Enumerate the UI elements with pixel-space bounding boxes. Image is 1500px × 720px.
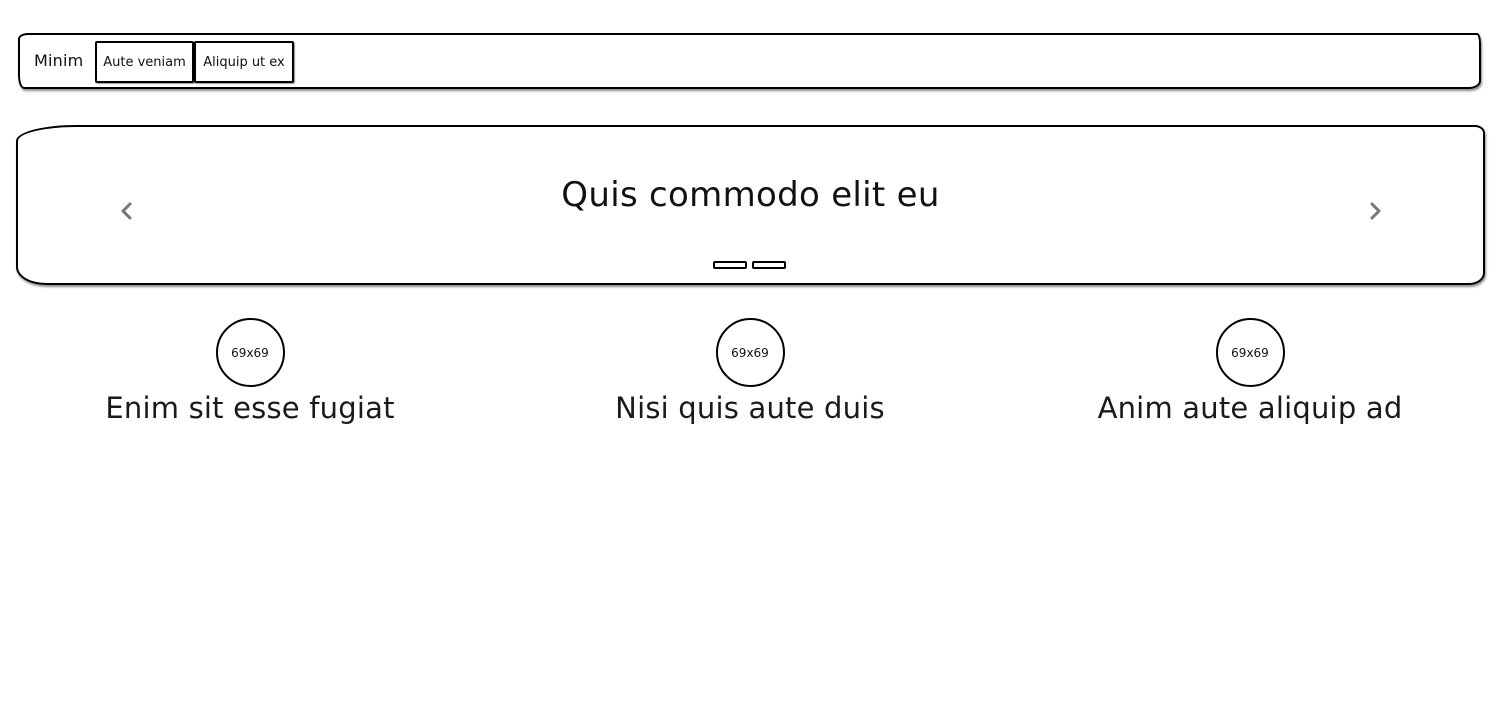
feature-column: 69x69 Enim sit esse fugiat	[50, 318, 450, 425]
carousel-indicators	[713, 261, 786, 269]
carousel-indicator-1[interactable]	[713, 261, 747, 269]
carousel-slide-title: Quis commodo elit eu	[561, 175, 940, 215]
carousel-next-button[interactable]	[1363, 199, 1387, 223]
feature-column: 69x69 Nisi quis aute duis	[550, 318, 950, 425]
feature-column: 69x69 Anim aute aliquip ad	[1050, 318, 1450, 425]
feature-title: Enim sit esse fugiat	[105, 391, 395, 425]
navbar: Minim Aute veniam Aliquip ut ex	[18, 33, 1481, 89]
nav-button-aute-veniam[interactable]: Aute veniam	[95, 41, 194, 83]
carousel-prev-button[interactable]	[115, 199, 139, 223]
feature-image-placeholder: 69x69	[215, 318, 285, 387]
chevron-right-icon	[1370, 202, 1381, 220]
carousel: Quis commodo elit eu	[16, 125, 1485, 285]
chevron-left-icon	[121, 202, 132, 220]
nav-button-aliquip-ut-ex[interactable]: Aliquip ut ex	[194, 41, 294, 83]
brand-link[interactable]: Minim	[34, 51, 83, 70]
feature-image-placeholder: 69x69	[1215, 318, 1285, 387]
feature-title: Anim aute aliquip ad	[1097, 391, 1403, 425]
feature-image-placeholder: 69x69	[715, 318, 785, 387]
feature-title: Nisi quis aute duis	[615, 391, 885, 425]
carousel-indicator-2[interactable]	[752, 261, 786, 269]
